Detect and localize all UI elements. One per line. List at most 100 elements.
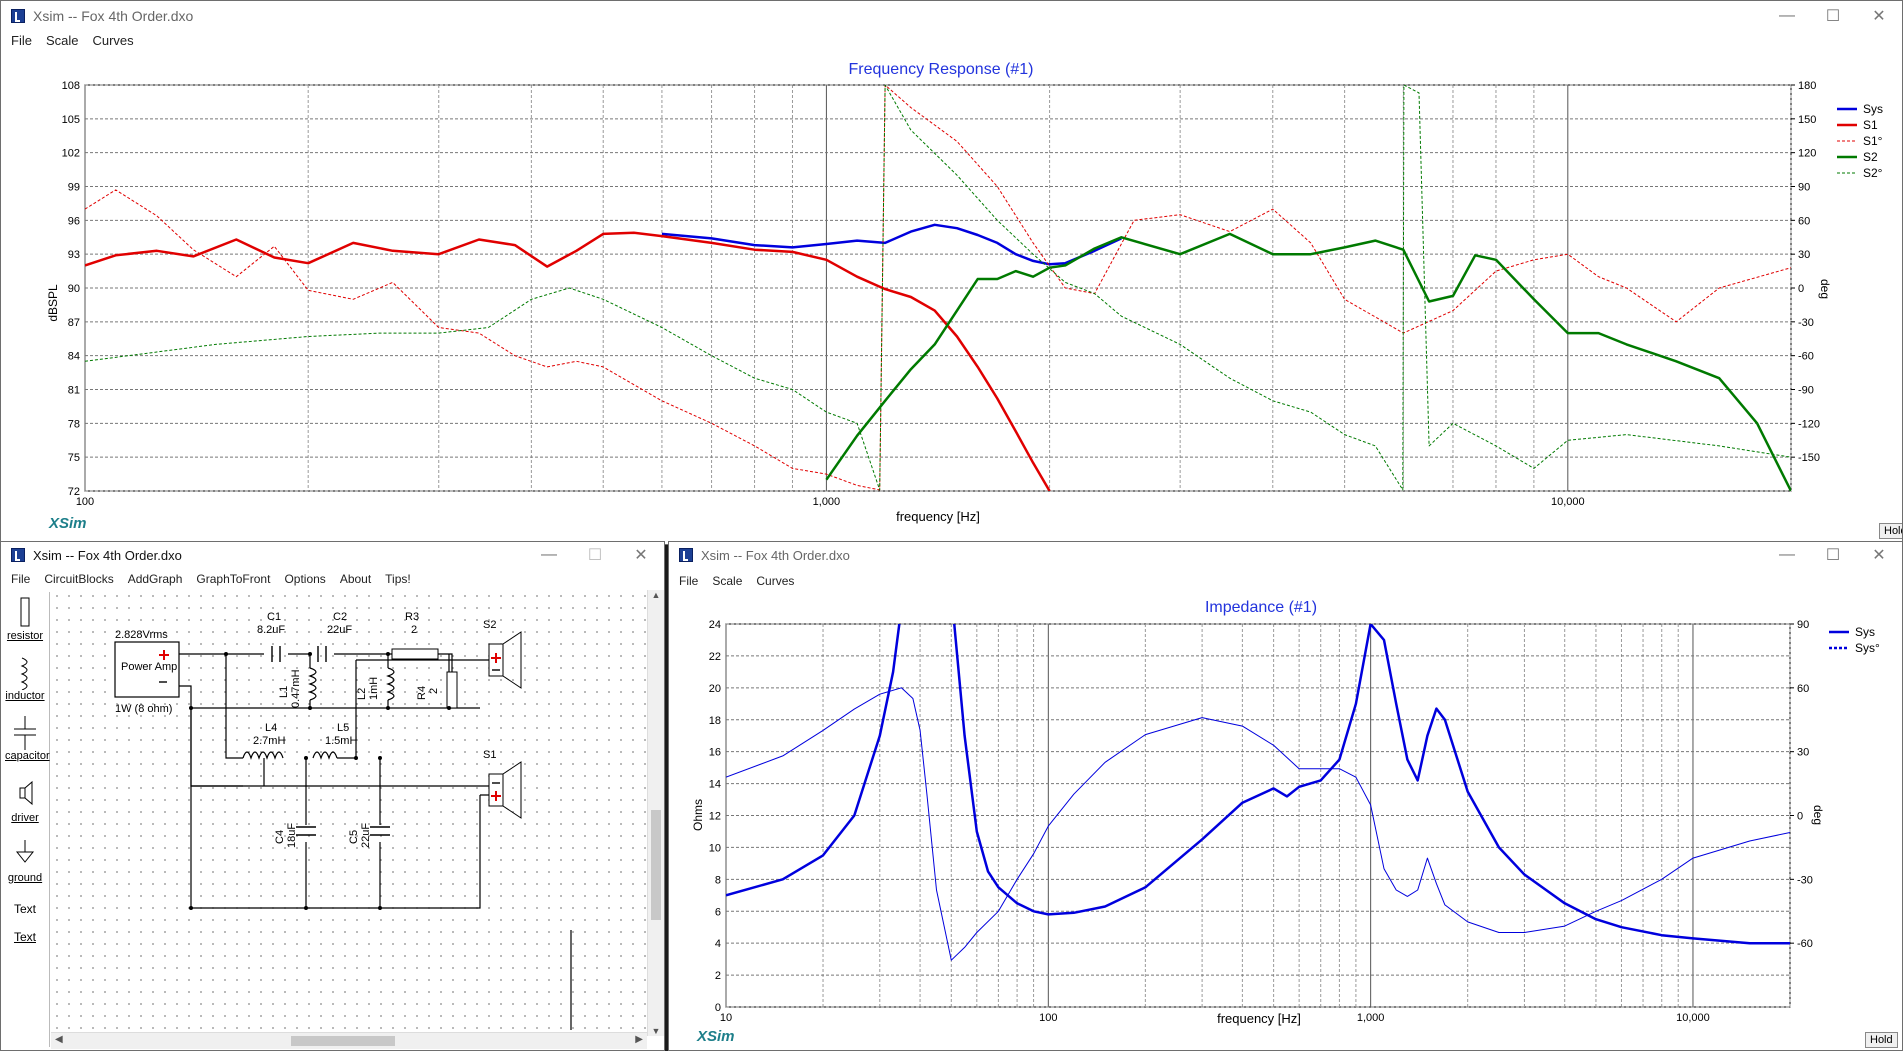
l5-value: 1.5mH bbox=[325, 735, 357, 747]
scroll-right-icon[interactable]: ▶ bbox=[635, 1034, 643, 1045]
resistor-r4[interactable] bbox=[446, 671, 458, 709]
minimize-icon[interactable]: — bbox=[1764, 546, 1810, 564]
menu-addgraph[interactable]: AddGraph bbox=[128, 572, 183, 590]
maximize-icon[interactable]: ☐ bbox=[1810, 6, 1856, 26]
impedance-chart[interactable]: Impedance (#1) frequency [Hz] Ohms deg 2… bbox=[669, 592, 1902, 1050]
menu-scale[interactable]: Scale bbox=[46, 33, 79, 51]
scroll-up-icon[interactable]: ▲ bbox=[648, 590, 664, 600]
toolbox-text[interactable]: Text bbox=[5, 930, 45, 944]
y-tick-label: 87 bbox=[68, 317, 80, 329]
resistor-r3[interactable] bbox=[391, 648, 439, 660]
toolbox-resistor[interactable]: resistor bbox=[5, 596, 45, 642]
legend-label[interactable]: S1° bbox=[1863, 134, 1883, 148]
hold-button[interactable]: Hold bbox=[1865, 1032, 1898, 1048]
r3-name: R3 bbox=[405, 611, 419, 623]
legend-label[interactable]: S2 bbox=[1863, 150, 1878, 164]
l1-name: L1 bbox=[278, 686, 290, 698]
y2-tick-label: -150 bbox=[1798, 452, 1820, 464]
menu-about[interactable]: About bbox=[340, 572, 371, 590]
menu-file[interactable]: File bbox=[11, 33, 32, 51]
component-toolbox: resistor inductor capacitor driver groun… bbox=[1, 592, 50, 1047]
x-tick-label: 10,000 bbox=[1551, 496, 1585, 508]
toolbox-ground[interactable]: ground bbox=[5, 838, 45, 884]
amp-power-label: 1W (8 ohm) bbox=[115, 703, 172, 715]
legend-label[interactable]: Sys° bbox=[1855, 641, 1880, 655]
y-tick-label: 2 bbox=[715, 970, 721, 982]
menu-tips[interactable]: Tips! bbox=[385, 572, 411, 590]
close-icon[interactable]: ✕ bbox=[1856, 545, 1902, 565]
xsim-app-icon bbox=[11, 548, 25, 562]
xsim-brand: XSim bbox=[697, 1028, 735, 1045]
menu-graphtofront[interactable]: GraphToFront bbox=[196, 572, 270, 590]
close-icon[interactable]: ✕ bbox=[618, 545, 664, 565]
amp-name-label: Power Amp bbox=[121, 661, 177, 673]
y-tick-label: 22 bbox=[709, 651, 721, 663]
main-titlebar[interactable]: Xsim -- Fox 4th Order.dxo — ☐ ✕ bbox=[1, 1, 1902, 31]
hold-button[interactable]: Hold bbox=[1879, 523, 1902, 539]
menu-scale[interactable]: Scale bbox=[712, 574, 742, 592]
y-tick-label: 75 bbox=[68, 452, 80, 464]
y2-tick-label: -60 bbox=[1798, 351, 1814, 363]
main-menubar: File Scale Curves bbox=[1, 33, 1902, 51]
horizontal-scroll-thumb[interactable] bbox=[291, 1036, 395, 1046]
y2-tick-label: 60 bbox=[1798, 215, 1810, 227]
menu-file[interactable]: File bbox=[679, 574, 698, 592]
imp-y2label: deg bbox=[1811, 805, 1825, 825]
frequency-response-chart[interactable]: Frequency Response (#1) frequency [Hz] d… bbox=[1, 53, 1903, 543]
minimize-icon[interactable]: — bbox=[526, 546, 572, 564]
resistor-icon bbox=[20, 597, 30, 627]
vertical-scrollbar[interactable]: ▲ ▼ bbox=[647, 590, 664, 1036]
y-tick-label: 84 bbox=[68, 351, 80, 363]
minimize-icon[interactable]: — bbox=[1764, 7, 1810, 25]
y2-tick-label: -60 bbox=[1797, 938, 1813, 950]
circuit-window: Xsim -- Fox 4th Order.dxo — ☐ ✕ File Cir… bbox=[0, 541, 665, 1051]
y-tick-label: 105 bbox=[62, 114, 80, 126]
menu-curves[interactable]: Curves bbox=[92, 33, 133, 51]
toolbox-capacitor[interactable]: capacitor bbox=[5, 716, 50, 762]
x-tick-label: 10,000 bbox=[1676, 1012, 1710, 1024]
impedance-window-title: Xsim -- Fox 4th Order.dxo bbox=[701, 547, 850, 563]
x-tick-label: 1,000 bbox=[1357, 1012, 1385, 1024]
menu-circuitblocks[interactable]: CircuitBlocks bbox=[44, 572, 113, 590]
y-tick-label: 24 bbox=[709, 619, 721, 631]
y-tick-label: 8 bbox=[715, 874, 721, 886]
scroll-left-icon[interactable]: ◀ bbox=[55, 1034, 63, 1045]
c2-value: 22uF bbox=[327, 624, 352, 636]
schematic-canvas[interactable]: 2.828Vrms Power Amp 1W (8 ohm) C1 8.2uF … bbox=[51, 590, 651, 1030]
legend-label[interactable]: S2° bbox=[1863, 166, 1883, 180]
menu-curves[interactable]: Curves bbox=[756, 574, 794, 592]
l2-value: 1mH bbox=[368, 677, 380, 700]
fr-y2label: deg bbox=[1818, 279, 1832, 299]
menu-file[interactable]: File bbox=[11, 572, 30, 590]
legend-label[interactable]: Sys bbox=[1855, 625, 1875, 639]
y2-tick-label: -30 bbox=[1798, 317, 1814, 329]
legend-label[interactable]: S1 bbox=[1863, 118, 1878, 132]
maximize-icon[interactable]: ☐ bbox=[572, 545, 618, 565]
menu-options[interactable]: Options bbox=[284, 572, 325, 590]
y2-tick-label: 30 bbox=[1797, 747, 1809, 759]
toolbox-driver[interactable]: driver bbox=[5, 778, 45, 824]
xsim-app-icon bbox=[679, 548, 693, 562]
toolbox-inductor[interactable]: inductor bbox=[5, 656, 45, 702]
y-tick-label: 16 bbox=[709, 747, 721, 759]
impedance-titlebar[interactable]: Xsim -- Fox 4th Order.dxo — ☐ ✕ bbox=[669, 542, 1902, 568]
circuit-titlebar[interactable]: Xsim -- Fox 4th Order.dxo — ☐ ✕ bbox=[1, 542, 664, 568]
vertical-scroll-thumb[interactable] bbox=[651, 810, 661, 920]
toolbox-text-plain[interactable]: Text bbox=[5, 902, 45, 916]
y-tick-label: 81 bbox=[68, 385, 80, 397]
scroll-down-icon[interactable]: ▼ bbox=[648, 1026, 664, 1036]
y-tick-label: 102 bbox=[62, 148, 80, 160]
c5-value: 22uF bbox=[360, 823, 372, 848]
y-tick-label: 4 bbox=[715, 938, 721, 950]
maximize-icon[interactable]: ☐ bbox=[1810, 545, 1856, 565]
l2-name: L2 bbox=[356, 688, 368, 700]
y2-tick-label: 60 bbox=[1797, 683, 1809, 695]
close-icon[interactable]: ✕ bbox=[1856, 6, 1902, 26]
c1-value: 8.2uF bbox=[257, 624, 285, 636]
horizontal-scrollbar[interactable]: ◀ ▶ bbox=[51, 1032, 647, 1049]
y2-tick-label: -120 bbox=[1798, 418, 1820, 430]
y2-tick-label: 30 bbox=[1798, 249, 1810, 261]
y-tick-label: 108 bbox=[62, 80, 80, 92]
inductor-icon bbox=[20, 657, 28, 690]
legend-label[interactable]: Sys bbox=[1863, 102, 1883, 116]
